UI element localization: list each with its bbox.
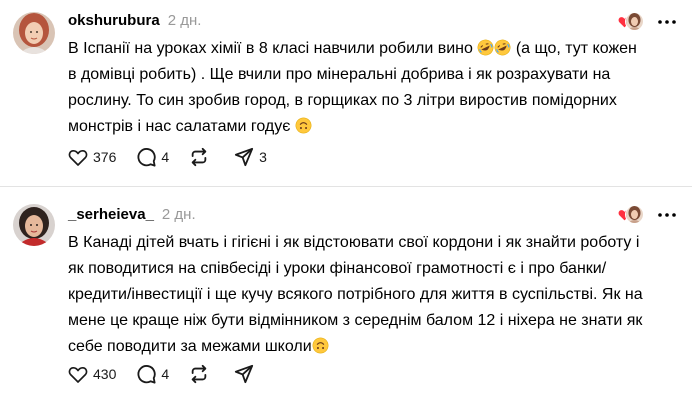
post-header-right [618, 12, 678, 32]
username[interactable]: okshurubura [68, 12, 160, 29]
like-count: 430 [93, 366, 117, 382]
post-text-line: рослину. То син зробив город, в горщиках… [68, 92, 617, 109]
share-button[interactable] [234, 362, 259, 386]
post-time: 2 дн. [161, 205, 196, 223]
post-text-line: в домівці робить) . Ще вчили про мінерал… [68, 66, 611, 83]
reply-button[interactable]: 4 [136, 145, 169, 169]
avatar[interactable] [13, 204, 55, 246]
post-text-line: монстрів і нас салатами годує [68, 114, 676, 140]
more-horizontal-icon [658, 20, 676, 24]
post-text-line: кредити/інвестиції і ще кучу всякого пот… [68, 286, 643, 303]
post-text-line: себе поводити за межами школи [68, 334, 676, 360]
speech-bubble-icon [137, 148, 157, 167]
post-text-segment: (а що, тут кожен [515, 40, 637, 57]
more-options-button[interactable] [656, 12, 678, 32]
paper-plane-icon [235, 147, 254, 167]
share-count: 3 [259, 149, 267, 165]
repost-arrows-icon [191, 364, 207, 384]
threads-feed: okshurubura 2 дн. В Іспанії на уроках хі… [0, 0, 692, 400]
post-time: 2 дн. [167, 11, 202, 29]
post-text-line: мене це краще ніж бути відмінником з сер… [68, 312, 643, 329]
liked-by-avatar [625, 12, 644, 31]
post-text: В Іспанії на уроках хімії в 8 класі навч… [68, 36, 676, 140]
liked-by-indicator [618, 205, 644, 225]
post-text-segment: себе поводити за межами школи [68, 338, 312, 355]
post-text-line: як поводитися на співбесіді і уроки фіна… [68, 260, 607, 277]
reply-count: 4 [161, 149, 170, 165]
repost-button[interactable] [189, 145, 214, 169]
like-button[interactable]: 376 [68, 145, 116, 169]
reply-count: 4 [161, 366, 170, 382]
heart-outline-icon [68, 149, 88, 166]
post-header-right [618, 205, 678, 225]
upside-down-face-emoji [295, 117, 312, 134]
like-count: 376 [93, 149, 117, 165]
heart-outline-icon [68, 366, 88, 383]
post-text-segment: монстрів і нас салатами годує [68, 118, 291, 135]
more-horizontal-icon [658, 213, 676, 217]
more-options-button[interactable] [656, 205, 678, 225]
rolling-on-floor-laughing-emoji [477, 39, 494, 56]
share-button[interactable]: 3 [234, 145, 267, 169]
thread-post: _serheieva_ 2 дн. В Канаді дітей вчать і… [0, 187, 692, 400]
repost-button[interactable] [189, 362, 214, 386]
liked-by-indicator [618, 12, 644, 32]
like-button[interactable]: 430 [68, 362, 116, 386]
post-text-segment: В Іспанії на уроках хімії в 8 класі навч… [68, 40, 473, 57]
username[interactable]: _serheieva_ [68, 206, 154, 223]
post-text: В Канаді дітей вчать і гігієні і як відс… [68, 230, 676, 360]
post-text-line: В Канаді дітей вчать і гігієні і як відс… [68, 234, 640, 251]
upside-down-face-emoji [312, 337, 329, 354]
post-text-line: В Іспанії на уроках хімії в 8 класі навч… [68, 36, 676, 62]
liked-by-avatar [625, 205, 644, 224]
paper-plane-icon [235, 364, 254, 384]
reply-button[interactable]: 4 [136, 362, 169, 386]
post-actions: 376 4 3 [68, 145, 287, 169]
post-header: okshurubura 2 дн. [68, 10, 676, 30]
thread-post: okshurubura 2 дн. В Іспанії на уроках хі… [0, 0, 692, 186]
rolling-on-floor-laughing-emoji [494, 39, 511, 56]
avatar[interactable] [13, 12, 55, 54]
repost-arrows-icon [191, 147, 207, 167]
speech-bubble-icon [137, 365, 157, 384]
post-actions: 430 4 [68, 362, 279, 386]
post-header: _serheieva_ 2 дн. [68, 204, 676, 224]
